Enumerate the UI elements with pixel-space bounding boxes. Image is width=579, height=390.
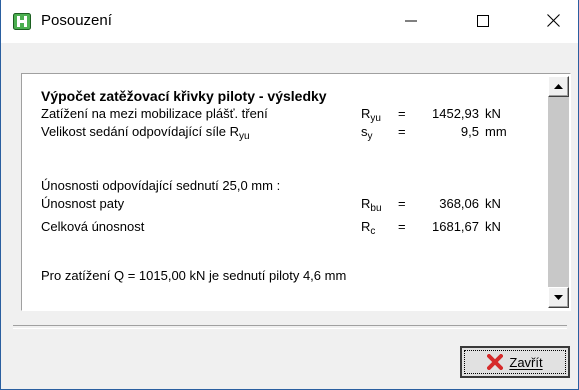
- results-textbox[interactable]: Výpočet zatěžovací křivky piloty - výsle…: [21, 73, 571, 311]
- row-label: Únosnost paty: [41, 196, 125, 211]
- row-value: 368,06: [439, 196, 479, 211]
- row-label: Celková únosnost: [41, 219, 145, 234]
- arrow-down-icon: [549, 292, 568, 311]
- row-symbol: Rc: [361, 219, 376, 237]
- summary-text: Pro zatížení Q = 1015,00 kN je sednutí p…: [41, 268, 347, 283]
- row-value: 9,5: [460, 124, 479, 139]
- vertical-scrollbar[interactable]: [548, 76, 569, 308]
- row-label: Velikost sedání odpovídající síle R: [41, 124, 240, 139]
- row-eq: =: [398, 196, 406, 211]
- row-value: 1452,93: [432, 106, 479, 121]
- capacity-row: Celková únosnost: [41, 219, 144, 234]
- maximize-button[interactable]: [459, 0, 507, 43]
- row-label: Zatížení na mezi mobilizace plášť. tření: [41, 106, 268, 121]
- capacity-heading: Únosnosti odpovídající sednutí 25,0 mm :: [41, 178, 281, 193]
- row-symbol: sy: [361, 124, 373, 142]
- row-symbol: Rbu: [361, 196, 382, 214]
- row-eq: =: [398, 124, 406, 139]
- results-text: Výpočet zatěžovací křivky piloty - výsle…: [41, 86, 541, 306]
- row-eq: =: [398, 106, 406, 121]
- posouzeni-app-icon: [13, 13, 31, 30]
- close-window-button[interactable]: [529, 0, 577, 43]
- row-unit: kN: [485, 106, 501, 121]
- results-heading: Výpočet zatěžovací křivky piloty - výsle…: [41, 88, 327, 104]
- scroll-up-button[interactable]: [548, 76, 569, 97]
- divider: [13, 325, 567, 329]
- row-unit: kN: [485, 219, 501, 234]
- minimize-button[interactable]: [387, 0, 435, 43]
- red-x-icon: [487, 354, 504, 370]
- row-value: 1681,67: [432, 219, 479, 234]
- result-row: Velikost sedání odpovídající síle Ryu: [41, 124, 250, 142]
- dialog-window: Posouzení Výpočet zatěžovací křivky pilo…: [0, 0, 579, 390]
- window-title: Posouzení: [41, 12, 112, 29]
- row-symbol: Ryu: [361, 106, 381, 124]
- close-button[interactable]: Zavřít: [460, 346, 570, 378]
- minimize-icon: [405, 12, 417, 31]
- title-bar[interactable]: Posouzení: [1, 0, 578, 43]
- close-button-label: Zavřít: [509, 354, 543, 370]
- maximize-icon: [477, 12, 489, 31]
- row-eq: =: [398, 219, 406, 234]
- capacity-row: Únosnost paty: [41, 196, 124, 211]
- scroll-down-button[interactable]: [548, 287, 569, 308]
- scroll-thumb[interactable]: [548, 97, 569, 287]
- row-unit: mm: [485, 124, 507, 139]
- row-unit: kN: [485, 196, 501, 211]
- close-icon: [546, 12, 560, 31]
- result-row: Zatížení na mezi mobilizace plášť. tření: [41, 106, 268, 121]
